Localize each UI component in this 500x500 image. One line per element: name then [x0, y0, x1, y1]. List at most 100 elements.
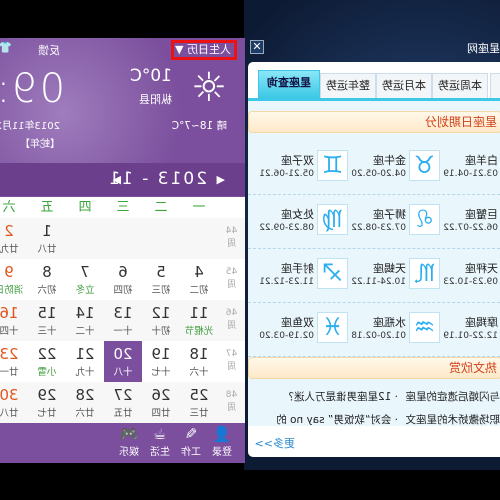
sign-双鱼座[interactable]: ♓ 双鱼座 02.19-03.20 — [256, 312, 348, 346]
day-cell[interactable]: 13 十一 — [104, 300, 142, 341]
day-cell[interactable]: 22 小雪 — [28, 341, 66, 382]
tab-2[interactable]: 本月运势 — [376, 73, 432, 98]
day-cell[interactable]: 8 初六 — [28, 259, 66, 300]
sign-巨蟹座[interactable]: ♋巨蟹座06.22-07.22 — [440, 204, 500, 238]
sign-狮子座[interactable]: ♌ 狮子座 07.23-08.22 — [348, 204, 440, 238]
day-number: 13 — [113, 304, 133, 322]
next-month-button[interactable]: ▶ — [113, 163, 121, 196]
day-number: 27 — [113, 386, 133, 404]
lunar-date: 十八 — [113, 367, 133, 378]
lunar-date: 光棍节 — [184, 326, 214, 337]
zodiac-icon: ♒ — [409, 312, 440, 343]
weekday-header: 四 — [78, 200, 92, 215]
bottom-button-2[interactable]: ☕ 生活 — [145, 425, 175, 458]
tab-1[interactable]: 本周运势 — [432, 73, 488, 98]
day-number: 14 — [75, 304, 95, 322]
day-cell[interactable]: 7 立冬 — [66, 259, 104, 300]
week-no: 46 — [225, 308, 238, 318]
coffee-icon: ☕ — [153, 425, 167, 443]
bottom-label: 生活 — [150, 447, 170, 458]
bottom-button-3[interactable]: 🎮 娱乐 — [114, 425, 144, 458]
user-icon: 👤 — [212, 425, 232, 443]
close-icon[interactable]: ✕ — [250, 40, 264, 54]
day-number: 30 — [0, 386, 19, 404]
calendar-grid: 一二三四五六日44周1廿八2廿九45周4初二5初三6初四7立冬8初六9消防日46… — [0, 197, 245, 423]
article-link[interactable]: 职场撒娇术的星座文 — [406, 412, 500, 427]
day-cell[interactable]: 27 廿五 — [104, 382, 142, 423]
calendar-window: 人生日历 ▼ 反馈 👕 ☼ 10°C 枞阳县 晴 18~7°C 09:5 201… — [0, 38, 245, 463]
sign-天秤座[interactable]: ♎天秤座09.23-10.23 — [440, 258, 500, 292]
day-cell[interactable]: 9 消防日 — [0, 259, 28, 300]
article-link[interactable]: · 会对“软饭男” say no 的 — [276, 412, 398, 427]
day-cell[interactable]: 20 十八 — [104, 341, 142, 382]
sign-白羊座[interactable]: ♈白羊座03.21-04.19 — [440, 150, 500, 184]
app-menu-button[interactable]: 人生日历 ▼ — [171, 40, 237, 60]
note-icon: ✎ — [184, 425, 198, 443]
day-cell[interactable]: 28 廿六 — [66, 382, 104, 423]
day-cell[interactable]: 25 廿三 — [180, 382, 218, 423]
sign-name: 处女座 — [281, 208, 314, 221]
day-number: 4 — [194, 263, 204, 281]
zodiac-icon: ♉ — [409, 150, 440, 181]
tab-4[interactable]: 星座查询 — [258, 70, 320, 98]
week-label: 周 — [227, 239, 237, 249]
lunar-date: 廿八 — [37, 244, 57, 255]
sign-name: 金牛座 — [373, 154, 406, 167]
tab-3[interactable]: 整年运势 — [320, 73, 376, 98]
day-cell[interactable]: 5 初三 — [142, 259, 180, 300]
day-cell[interactable]: 14 十二 — [66, 300, 104, 341]
bottom-button-0[interactable]: 👤 登录 — [207, 425, 237, 458]
day-cell[interactable]: 2 廿九 — [0, 218, 28, 259]
day-cell[interactable]: 16 十四 — [0, 300, 28, 341]
prev-month-button[interactable]: ◀ — [217, 163, 225, 196]
sign-处女座[interactable]: ♍ 处女座 08.23-09.22 — [256, 204, 348, 238]
day-cell[interactable]: 12 初十 — [142, 300, 180, 341]
bottom-label: 娱乐 — [119, 447, 139, 458]
day-cell[interactable]: 19 十七 — [142, 341, 180, 382]
lunar-date: 小雪 — [37, 367, 57, 378]
constellation-panel: 运势本周运势本月运势整年运势星座查询 星座日期划分 ♈白羊座03.21-04.1… — [248, 62, 500, 457]
sign-name: 双子座 — [281, 154, 314, 167]
lunar-date: 十六 — [189, 367, 209, 378]
lunar-date: 十三 — [37, 326, 57, 337]
shirt-icon[interactable]: 👕 — [0, 41, 12, 54]
feedback-link[interactable]: 反馈 — [38, 42, 60, 58]
day-cell[interactable]: 23 廿一 — [0, 341, 28, 382]
day-number: 16 — [0, 304, 19, 322]
lunar-date: 十七 — [151, 367, 171, 378]
sign-天蝎座[interactable]: ♏ 天蝎座 10.24-11.22 — [348, 258, 440, 292]
sign-金牛座[interactable]: ♉ 金牛座 04.20-05.20 — [348, 150, 440, 184]
day-cell[interactable]: 4 初二 — [180, 259, 218, 300]
sign-水瓶座[interactable]: ♒ 水瓶座 01.20-02.18 — [348, 312, 440, 346]
lunar-date: 廿五 — [113, 408, 133, 419]
sign-dates: 07.23-08.22 — [351, 223, 406, 233]
city[interactable]: 枞阳县 — [139, 91, 172, 107]
week-label: 周 — [227, 403, 237, 413]
day-cell[interactable]: 29 廿七 — [28, 382, 66, 423]
sign-dates: 11.23-12.21 — [259, 277, 314, 287]
more-link[interactable]: 更多>> — [255, 435, 295, 451]
day-cell[interactable]: 30 廿八 — [0, 382, 28, 423]
temperature: 10°C — [129, 66, 172, 86]
day-cell[interactable]: 1 廿八 — [28, 218, 66, 259]
bottom-button-1[interactable]: ✎ 工作 — [176, 425, 206, 458]
week-number: 45 周 — [218, 259, 245, 300]
gamepad-icon: 🎮 — [119, 425, 139, 443]
day-cell[interactable]: 6 初四 — [104, 259, 142, 300]
sign-射手座[interactable]: ♐ 射手座 11.23-12.21 — [256, 258, 348, 292]
day-number: 21 — [75, 345, 95, 363]
sign-双子座[interactable]: ♊ 双子座 05.21-06.21 — [256, 150, 348, 184]
day-cell[interactable]: 18 十六 — [180, 341, 218, 382]
day-cell[interactable]: 15 十三 — [28, 300, 66, 341]
tab-0[interactable]: 运势 — [490, 73, 500, 98]
sign-dates: 09.23-10.23 — [443, 277, 498, 287]
day-cell[interactable]: 26 廿四 — [142, 382, 180, 423]
article-link[interactable]: · 12星座男谁是万人迷？ — [283, 389, 398, 404]
day-cell[interactable]: 11 光棍节 — [180, 300, 218, 341]
sign-dates: 08.23-09.22 — [259, 223, 314, 233]
sign-摩羯座[interactable]: ♑摩羯座12.22-01.19 — [440, 312, 500, 346]
bottom-label: 工作 — [181, 447, 201, 458]
lunar-date: 十九 — [75, 367, 95, 378]
article-link[interactable]: 与闪婚后遗症的星座 — [406, 389, 500, 404]
day-cell[interactable]: 21 十九 — [66, 341, 104, 382]
